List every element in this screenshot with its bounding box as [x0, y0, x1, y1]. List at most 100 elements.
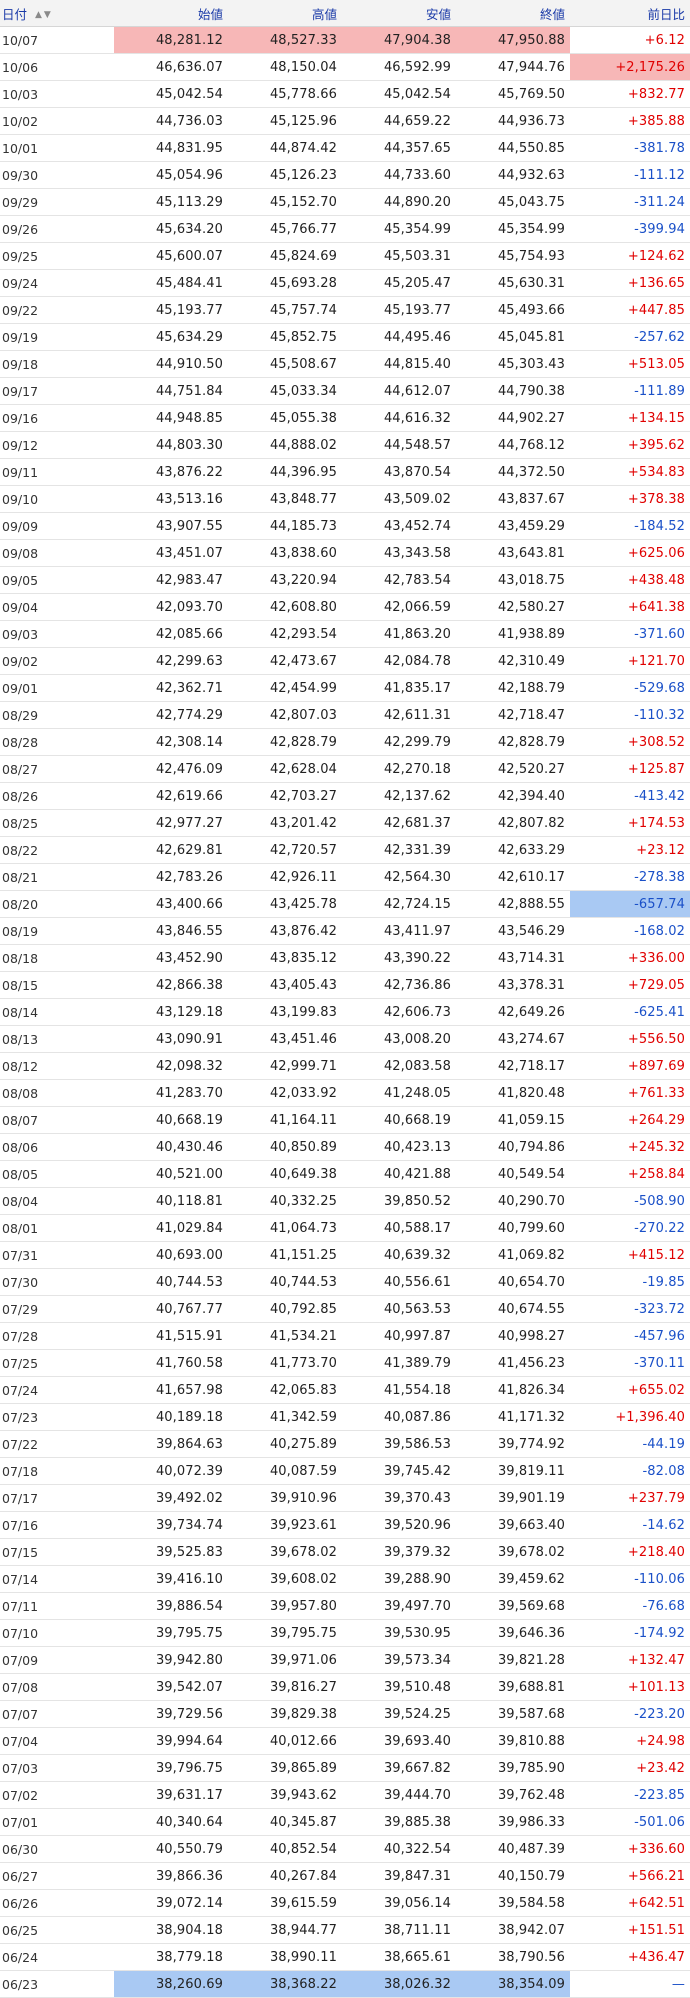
cell-high: 48,150.04 [228, 53, 342, 81]
sort-asc-icon[interactable]: ▲ [35, 10, 42, 20]
column-header-low[interactable]: 安値 [342, 0, 456, 27]
cell-low: 41,835.17 [342, 674, 456, 702]
cell-high: 45,778.66 [228, 80, 342, 108]
cell-change: +218.40 [570, 1538, 690, 1566]
cell-high: 45,693.28 [228, 269, 342, 297]
cell-change: +125.87 [570, 755, 690, 783]
cell-high: 42,608.80 [228, 593, 342, 621]
cell-high: 43,199.83 [228, 998, 342, 1026]
sort-controls[interactable]: ▲ ▼ [35, 10, 53, 20]
cell-low: 40,563.53 [342, 1295, 456, 1323]
cell-low: 44,815.40 [342, 350, 456, 378]
cell-close: 39,901.19 [456, 1484, 570, 1512]
cell-low: 38,665.61 [342, 1943, 456, 1971]
cell-close: 41,820.48 [456, 1079, 570, 1107]
cell-high: 41,151.25 [228, 1241, 342, 1269]
cell-low: 42,270.18 [342, 755, 456, 783]
cell-close: 40,549.54 [456, 1160, 570, 1188]
table-row: 09/30 45,054.96 45,126.23 44,733.60 44,932.6… [0, 161, 690, 189]
cell-date: 09/02 [0, 647, 114, 675]
cell-open: 40,072.39 [114, 1457, 228, 1485]
cell-close: 41,059.15 [456, 1106, 570, 1134]
cell-low: 42,611.31 [342, 701, 456, 729]
table-row: 08/18 43,452.90 43,835.12 43,390.22 43,714.3… [0, 944, 690, 972]
cell-high: 40,850.89 [228, 1133, 342, 1161]
cell-high: 45,852.75 [228, 323, 342, 351]
cell-date: 08/22 [0, 836, 114, 864]
cell-date: 09/04 [0, 593, 114, 621]
cell-change: +566.21 [570, 1862, 690, 1890]
table-row: 07/22 39,864.63 40,275.89 39,586.53 39,774.9… [0, 1430, 690, 1458]
cell-close: 45,630.31 [456, 269, 570, 297]
table-row: 07/16 39,734.74 39,923.61 39,520.96 39,663.4… [0, 1511, 690, 1539]
cell-date: 09/25 [0, 242, 114, 270]
table-row: 09/19 45,634.29 45,852.75 44,495.46 45,045.8… [0, 323, 690, 351]
cell-high: 42,033.92 [228, 1079, 342, 1107]
cell-change: -457.96 [570, 1322, 690, 1350]
cell-date: 08/05 [0, 1160, 114, 1188]
cell-change: -111.89 [570, 377, 690, 405]
table-row: 06/30 40,550.79 40,852.54 40,322.54 40,487.3… [0, 1835, 690, 1863]
cell-low: 45,042.54 [342, 80, 456, 108]
cell-close: 45,303.43 [456, 350, 570, 378]
cell-low: 46,592.99 [342, 53, 456, 81]
cell-open: 39,864.63 [114, 1430, 228, 1458]
cell-high: 38,990.11 [228, 1943, 342, 1971]
table-row: 09/24 45,484.41 45,693.28 45,205.47 45,630.3… [0, 269, 690, 297]
cell-high: 42,628.04 [228, 755, 342, 783]
table-row: 08/27 42,476.09 42,628.04 42,270.18 42,520.2… [0, 755, 690, 783]
column-header-close[interactable]: 終値 [456, 0, 570, 27]
cell-change: -501.06 [570, 1808, 690, 1836]
column-header-high[interactable]: 高値 [228, 0, 342, 27]
cell-close: 41,171.32 [456, 1403, 570, 1431]
cell-close: 39,821.28 [456, 1646, 570, 1674]
table-row: 06/24 38,779.18 38,990.11 38,665.61 38,790.5… [0, 1943, 690, 1971]
column-header-open[interactable]: 始値 [114, 0, 228, 27]
cell-low: 39,850.52 [342, 1187, 456, 1215]
cell-open: 45,193.77 [114, 296, 228, 324]
cell-date: 08/18 [0, 944, 114, 972]
cell-date: 08/12 [0, 1052, 114, 1080]
table-row: 07/24 41,657.98 42,065.83 41,554.18 41,826.3… [0, 1376, 690, 1404]
cell-open: 41,515.91 [114, 1322, 228, 1350]
cell-low: 42,084.78 [342, 647, 456, 675]
cell-open: 40,189.18 [114, 1403, 228, 1431]
cell-change: +641.38 [570, 593, 690, 621]
cell-high: 42,703.27 [228, 782, 342, 810]
cell-change: -381.78 [570, 134, 690, 162]
cell-close: 39,459.62 [456, 1565, 570, 1593]
column-header-change[interactable]: 前日比 [570, 0, 690, 27]
cell-change: +132.47 [570, 1646, 690, 1674]
cell-change: -529.68 [570, 674, 690, 702]
cell-close: 44,932.63 [456, 161, 570, 189]
cell-date: 06/24 [0, 1943, 114, 1971]
cell-low: 39,745.42 [342, 1457, 456, 1485]
cell-change: -14.62 [570, 1511, 690, 1539]
table-row: 10/02 44,736.03 45,125.96 44,659.22 44,936.7… [0, 107, 690, 135]
cell-high: 45,055.38 [228, 404, 342, 432]
cell-high: 42,807.03 [228, 701, 342, 729]
cell-change: -370.11 [570, 1349, 690, 1377]
table-row: 09/25 45,600.07 45,824.69 45,503.31 45,754.9… [0, 242, 690, 270]
column-header-date[interactable]: 日付 ▲ ▼ [0, 0, 114, 27]
cell-date: 07/09 [0, 1646, 114, 1674]
cell-change: +134.15 [570, 404, 690, 432]
cell-open: 48,281.12 [114, 26, 228, 54]
cell-date: 07/24 [0, 1376, 114, 1404]
cell-high: 42,065.83 [228, 1376, 342, 1404]
cell-change: +336.60 [570, 1835, 690, 1863]
cell-date: 09/10 [0, 485, 114, 513]
sort-desc-icon[interactable]: ▼ [44, 10, 51, 20]
cell-date: 07/02 [0, 1781, 114, 1809]
cell-close: 40,654.70 [456, 1268, 570, 1296]
cell-high: 40,345.87 [228, 1808, 342, 1836]
cell-close: 39,810.88 [456, 1727, 570, 1755]
cell-high: 40,744.53 [228, 1268, 342, 1296]
table-row: 08/26 42,619.66 42,703.27 42,137.62 42,394.4… [0, 782, 690, 810]
cell-high: 41,534.21 [228, 1322, 342, 1350]
cell-change: +1,396.40 [570, 1403, 690, 1431]
cell-high: 45,824.69 [228, 242, 342, 270]
cell-high: 43,220.94 [228, 566, 342, 594]
cell-change: +124.62 [570, 242, 690, 270]
cell-open: 42,629.81 [114, 836, 228, 864]
